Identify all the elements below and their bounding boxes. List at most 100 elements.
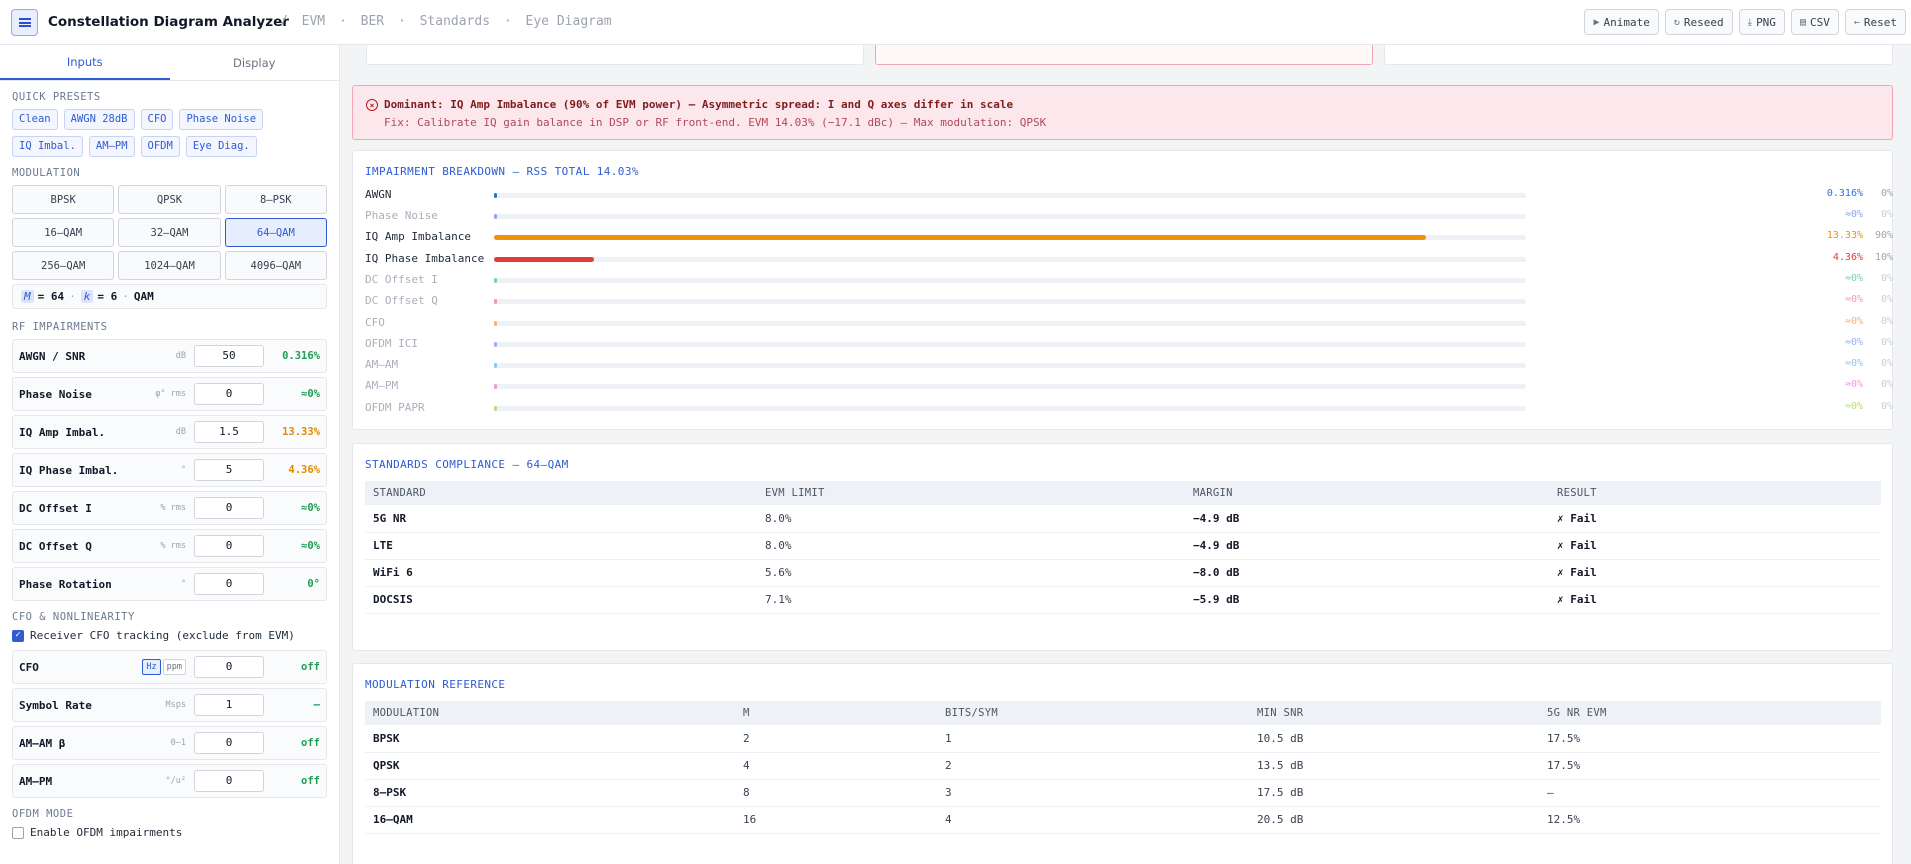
param-input[interactable]: 0 xyxy=(194,770,264,792)
modulation-option[interactable]: QPSK xyxy=(118,185,221,214)
modulation-option[interactable]: 8–PSK xyxy=(224,185,327,214)
breakdown-bar-track xyxy=(494,193,1526,198)
modulation-option[interactable]: BPSK xyxy=(12,185,115,214)
main-content: × Dominant: IQ Amp Imbalance (90% of EVM… xyxy=(340,45,1911,864)
param-input[interactable]: 1.5 xyxy=(194,421,264,443)
param-name: DC Offset I xyxy=(19,501,92,515)
breakdown-bar-track xyxy=(494,363,1526,368)
column-header: M xyxy=(735,701,937,725)
menu-button[interactable] xyxy=(11,9,38,36)
param-input[interactable]: 0 xyxy=(194,732,264,754)
cfo-tracking-row[interactable]: ✓ Receiver CFO tracking (exclude from EV… xyxy=(12,629,327,642)
modulation-reference-card: MODULATION REFERENCE MODULATION M BITS/SYM… xyxy=(352,663,1893,864)
table-cell: — xyxy=(1539,779,1881,807)
breadcrumb-evm[interactable]: EVM xyxy=(302,14,325,29)
breakdown-percent: 10% xyxy=(1874,252,1893,263)
breakdown-row: AWGN 0.316% 0% xyxy=(365,186,1893,204)
breakdown-bar-track xyxy=(494,214,1526,219)
param-input[interactable]: 0 xyxy=(194,535,264,557)
reseed-button[interactable]: ↻ Reseed xyxy=(1664,9,1733,35)
table-row: BPSK 2 1 10.5 dB 17.5% xyxy=(365,725,1881,753)
param-result: ≈0% xyxy=(301,502,320,514)
breakdown-bar-track xyxy=(494,342,1526,347)
param-unit: φ° rms xyxy=(155,389,186,399)
unit-ppm-button[interactable]: ppm xyxy=(162,659,186,675)
breakdown-bar-fill xyxy=(494,299,497,304)
reset-button[interactable]: ← Reset xyxy=(1844,9,1906,35)
param-input[interactable]: 50 xyxy=(194,345,264,367)
unit-hz-button[interactable]: Hz xyxy=(142,659,161,675)
breadcrumb-dot: · xyxy=(503,14,512,29)
table-row: DOCSIS 7.1% −5.9 dB ✗ Fail xyxy=(365,586,1881,614)
table-cell: 4 xyxy=(735,752,937,780)
breadcrumb-standards[interactable]: Standards xyxy=(420,14,490,29)
preset-button[interactable]: Clean xyxy=(12,109,58,130)
ofdm-enable-checkbox[interactable] xyxy=(12,826,24,839)
preset-button[interactable]: IQ Imbal. xyxy=(12,136,83,157)
breakdown-bar-fill xyxy=(494,406,497,411)
breakdown-bar-fill xyxy=(494,342,497,347)
param-result: off xyxy=(301,737,320,749)
table-cell: ✗ Fail xyxy=(1549,532,1881,560)
table-cell: 8.0% xyxy=(757,505,1185,533)
breakdown-bar-track xyxy=(494,235,1526,240)
alert-detail: Fix: Calibrate IQ gain balance in DSP or… xyxy=(384,116,1047,129)
preset-button[interactable]: Eye Diag. xyxy=(185,136,257,157)
separator-dot: · xyxy=(69,290,76,303)
param-input[interactable]: 0 xyxy=(194,383,264,405)
breakdown-bar-fill xyxy=(494,321,497,326)
modref-table-body: BPSK 2 1 10.5 dB 17.5% QPSK 4 2 13.5 dB 17.5% 8–PS… xyxy=(365,725,1881,834)
breakdown-percent: 0% xyxy=(1880,316,1893,327)
param-result: 0.316% xyxy=(282,350,320,362)
param-symbol-rate: Symbol Rate Msps 1 — xyxy=(12,688,327,722)
preset-button[interactable]: Phase Noise xyxy=(179,109,264,130)
table-cell: 7.1% xyxy=(757,586,1185,614)
param-input[interactable]: 5 xyxy=(194,459,264,481)
cfo-input[interactable]: 0 xyxy=(194,656,264,678)
modulation-order-readout: M = 64 · k = 6 · QAM xyxy=(12,284,327,309)
breadcrumb-eye-diagram[interactable]: Eye Diagram xyxy=(526,14,612,29)
preset-button[interactable]: OFDM xyxy=(140,136,180,157)
modulation-option-selected[interactable]: 64–QAM xyxy=(224,218,327,247)
breakdown-bar-track xyxy=(494,406,1526,411)
breadcrumb-separator: / xyxy=(280,14,288,29)
modulation-option[interactable]: 1024–QAM xyxy=(118,251,221,280)
modulation-option[interactable]: 4096–QAM xyxy=(224,251,327,280)
table-cell: 17.5 dB xyxy=(1249,779,1539,807)
breakdown-name: OFDM ICI xyxy=(365,337,418,350)
breakdown-percent: 0% xyxy=(1880,337,1893,348)
rf-impairments-heading: RF IMPAIRMENTS xyxy=(12,321,108,333)
param-input[interactable]: 1 xyxy=(194,694,264,716)
param-am-am-: AM–AM β 0–1 0 off xyxy=(12,726,327,760)
table-cell: BPSK xyxy=(365,725,735,753)
ofdm-enable-row[interactable]: Enable OFDM impairments xyxy=(12,826,327,839)
param-input[interactable]: 0 xyxy=(194,497,264,519)
modulation-option[interactable]: 256–QAM xyxy=(12,251,115,280)
tab-inputs[interactable]: Inputs xyxy=(0,45,170,80)
param-name: AWGN / SNR xyxy=(19,349,86,363)
preset-button[interactable]: AWGN 28dB xyxy=(63,109,135,130)
preset-button[interactable]: AM–PM xyxy=(88,136,135,157)
csv-button[interactable]: ▤ CSV xyxy=(1790,9,1839,35)
animate-button[interactable]: ▶ Animate xyxy=(1584,9,1659,35)
tab-display[interactable]: Display xyxy=(170,45,340,80)
breakdown-bar-track xyxy=(494,384,1526,389)
modulation-option[interactable]: 32–QAM xyxy=(118,218,221,247)
param-unit: dB xyxy=(175,351,186,361)
refresh-icon: ↻ xyxy=(1673,16,1680,28)
param-am-pm: AM–PM °/u² 0 off xyxy=(12,764,327,798)
png-label: PNG xyxy=(1756,15,1776,29)
table-row: 16–QAM 16 4 20.5 dB 12.5% xyxy=(365,806,1881,834)
breakdown-value: ≈0% xyxy=(1844,209,1863,220)
breakdown-row: IQ Amp Imbalance 13.33% 90% xyxy=(365,228,1893,246)
cfo-tracking-checkbox[interactable]: ✓ xyxy=(12,629,24,642)
preset-button[interactable]: CFO xyxy=(140,109,174,130)
param-result: ≈0% xyxy=(301,388,320,400)
table-cell: −4.9 dB xyxy=(1185,505,1549,533)
png-button[interactable]: ⤓ PNG xyxy=(1738,9,1785,35)
param-input[interactable]: 0 xyxy=(194,573,264,595)
table-cell: DOCSIS xyxy=(365,586,757,614)
breadcrumb-ber[interactable]: BER xyxy=(361,14,384,29)
modulation-option[interactable]: 16–QAM xyxy=(12,218,115,247)
breadcrumb: / EVM · BER · Standards · Eye Diagram xyxy=(274,14,612,29)
